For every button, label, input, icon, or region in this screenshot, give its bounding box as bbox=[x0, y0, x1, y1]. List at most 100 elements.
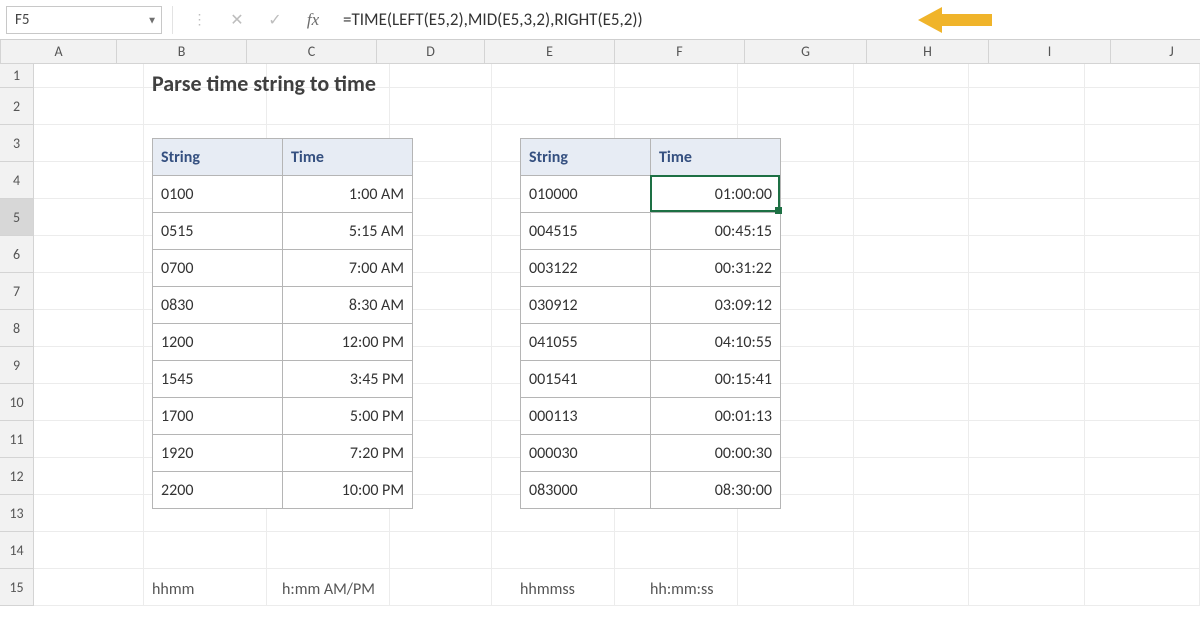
cell[interactable] bbox=[854, 421, 969, 458]
cell[interactable] bbox=[969, 273, 1084, 310]
cell-string[interactable]: 083000 bbox=[521, 472, 651, 509]
cell[interactable] bbox=[738, 532, 853, 569]
column-header-i[interactable]: I bbox=[989, 40, 1111, 64]
column-header-f[interactable]: F bbox=[615, 40, 745, 64]
row-header-1[interactable]: 1 bbox=[0, 64, 34, 88]
cell[interactable] bbox=[1085, 458, 1200, 495]
row-header-8[interactable]: 8 bbox=[0, 310, 34, 347]
row-header-12[interactable]: 12 bbox=[0, 458, 34, 495]
cell[interactable] bbox=[34, 88, 144, 125]
cell[interactable] bbox=[854, 199, 969, 236]
row-header-13[interactable]: 13 bbox=[0, 495, 34, 532]
cell[interactable] bbox=[854, 236, 969, 273]
cell[interactable] bbox=[144, 532, 267, 569]
cell-time[interactable]: 8:30 AM bbox=[283, 287, 413, 324]
cell-string[interactable]: 030912 bbox=[521, 287, 651, 324]
row-header-5[interactable]: 5 bbox=[0, 199, 34, 236]
cell-time[interactable]: 08:30:00 bbox=[651, 472, 781, 509]
column-header-b[interactable]: B bbox=[117, 40, 247, 64]
cell[interactable] bbox=[1085, 569, 1200, 606]
column-header-g[interactable]: G bbox=[745, 40, 867, 64]
cell-string[interactable]: 003122 bbox=[521, 250, 651, 287]
column-header-a[interactable]: A bbox=[1, 40, 117, 64]
cell[interactable] bbox=[34, 384, 144, 421]
cell[interactable] bbox=[1085, 125, 1200, 162]
cell[interactable] bbox=[969, 125, 1084, 162]
cell[interactable] bbox=[738, 88, 853, 125]
cell-string[interactable]: 0515 bbox=[153, 213, 283, 250]
cell[interactable] bbox=[34, 421, 144, 458]
cell[interactable] bbox=[969, 162, 1084, 199]
cell-time[interactable]: 1:00 AM bbox=[283, 176, 413, 213]
cell[interactable] bbox=[34, 532, 144, 569]
cell[interactable] bbox=[854, 125, 969, 162]
cell-time[interactable]: 00:15:41 bbox=[651, 361, 781, 398]
cell[interactable] bbox=[34, 569, 144, 606]
cell[interactable] bbox=[34, 310, 144, 347]
cell[interactable] bbox=[1085, 310, 1200, 347]
cell-time[interactable]: 00:45:15 bbox=[651, 213, 781, 250]
cell[interactable] bbox=[615, 88, 738, 125]
cell[interactable] bbox=[854, 458, 969, 495]
cell-time[interactable]: 00:00:30 bbox=[651, 435, 781, 472]
cell[interactable] bbox=[34, 162, 144, 199]
cell[interactable] bbox=[969, 458, 1084, 495]
cell[interactable] bbox=[854, 495, 969, 532]
cell[interactable] bbox=[969, 88, 1084, 125]
cell[interactable] bbox=[969, 236, 1084, 273]
cell[interactable] bbox=[34, 458, 144, 495]
cell[interactable] bbox=[854, 310, 969, 347]
cell[interactable] bbox=[34, 199, 144, 236]
cell[interactable] bbox=[969, 64, 1084, 88]
cell[interactable] bbox=[34, 273, 144, 310]
cell[interactable] bbox=[1085, 532, 1200, 569]
cell-time[interactable]: 04:10:55 bbox=[651, 324, 781, 361]
cell-string[interactable]: 000030 bbox=[521, 435, 651, 472]
row-header-4[interactable]: 4 bbox=[0, 162, 34, 199]
cell[interactable] bbox=[1085, 162, 1200, 199]
cell-time[interactable]: 7:20 PM bbox=[283, 435, 413, 472]
row-header-10[interactable]: 10 bbox=[0, 384, 34, 421]
cell[interactable] bbox=[854, 384, 969, 421]
cell[interactable] bbox=[34, 236, 144, 273]
cell-string[interactable]: 1545 bbox=[153, 361, 283, 398]
fx-icon[interactable]: fx bbox=[303, 10, 323, 30]
fill-handle[interactable] bbox=[775, 207, 782, 214]
cell[interactable] bbox=[738, 64, 853, 88]
column-header-j[interactable]: J bbox=[1111, 40, 1200, 64]
cell[interactable] bbox=[615, 64, 738, 88]
cell-time[interactable]: 5:15 AM bbox=[283, 213, 413, 250]
cell[interactable] bbox=[492, 64, 615, 88]
cell[interactable] bbox=[1085, 273, 1200, 310]
cell-string[interactable]: 000113 bbox=[521, 398, 651, 435]
cancel-icon[interactable]: ✕ bbox=[227, 10, 247, 30]
cell-string[interactable]: 0700 bbox=[153, 250, 283, 287]
cell[interactable] bbox=[969, 199, 1084, 236]
cell-string[interactable]: 1200 bbox=[153, 324, 283, 361]
cell-time[interactable]: 3:45 PM bbox=[283, 361, 413, 398]
cell[interactable] bbox=[1085, 199, 1200, 236]
cell[interactable] bbox=[969, 384, 1084, 421]
cell-string[interactable]: 001541 bbox=[521, 361, 651, 398]
cell[interactable] bbox=[34, 347, 144, 384]
column-header-c[interactable]: C bbox=[247, 40, 377, 64]
cell[interactable] bbox=[854, 64, 969, 88]
cell[interactable] bbox=[1085, 384, 1200, 421]
cell[interactable] bbox=[1085, 236, 1200, 273]
cell[interactable] bbox=[390, 569, 492, 606]
column-header-e[interactable]: E bbox=[485, 40, 615, 64]
column-header-d[interactable]: D bbox=[377, 40, 485, 64]
cell-string[interactable]: 010000 bbox=[521, 176, 651, 213]
row-header-9[interactable]: 9 bbox=[0, 347, 34, 384]
cell[interactable] bbox=[854, 569, 969, 606]
cell-string[interactable]: 0830 bbox=[153, 287, 283, 324]
cell-string[interactable]: 0100 bbox=[153, 176, 283, 213]
active-cell[interactable] bbox=[650, 175, 780, 212]
cell[interactable] bbox=[1085, 88, 1200, 125]
cell-string[interactable]: 2200 bbox=[153, 472, 283, 509]
cell[interactable] bbox=[969, 495, 1084, 532]
cell[interactable] bbox=[969, 310, 1084, 347]
cell[interactable] bbox=[492, 532, 615, 569]
row-header-3[interactable]: 3 bbox=[0, 125, 34, 162]
cell[interactable] bbox=[34, 125, 144, 162]
